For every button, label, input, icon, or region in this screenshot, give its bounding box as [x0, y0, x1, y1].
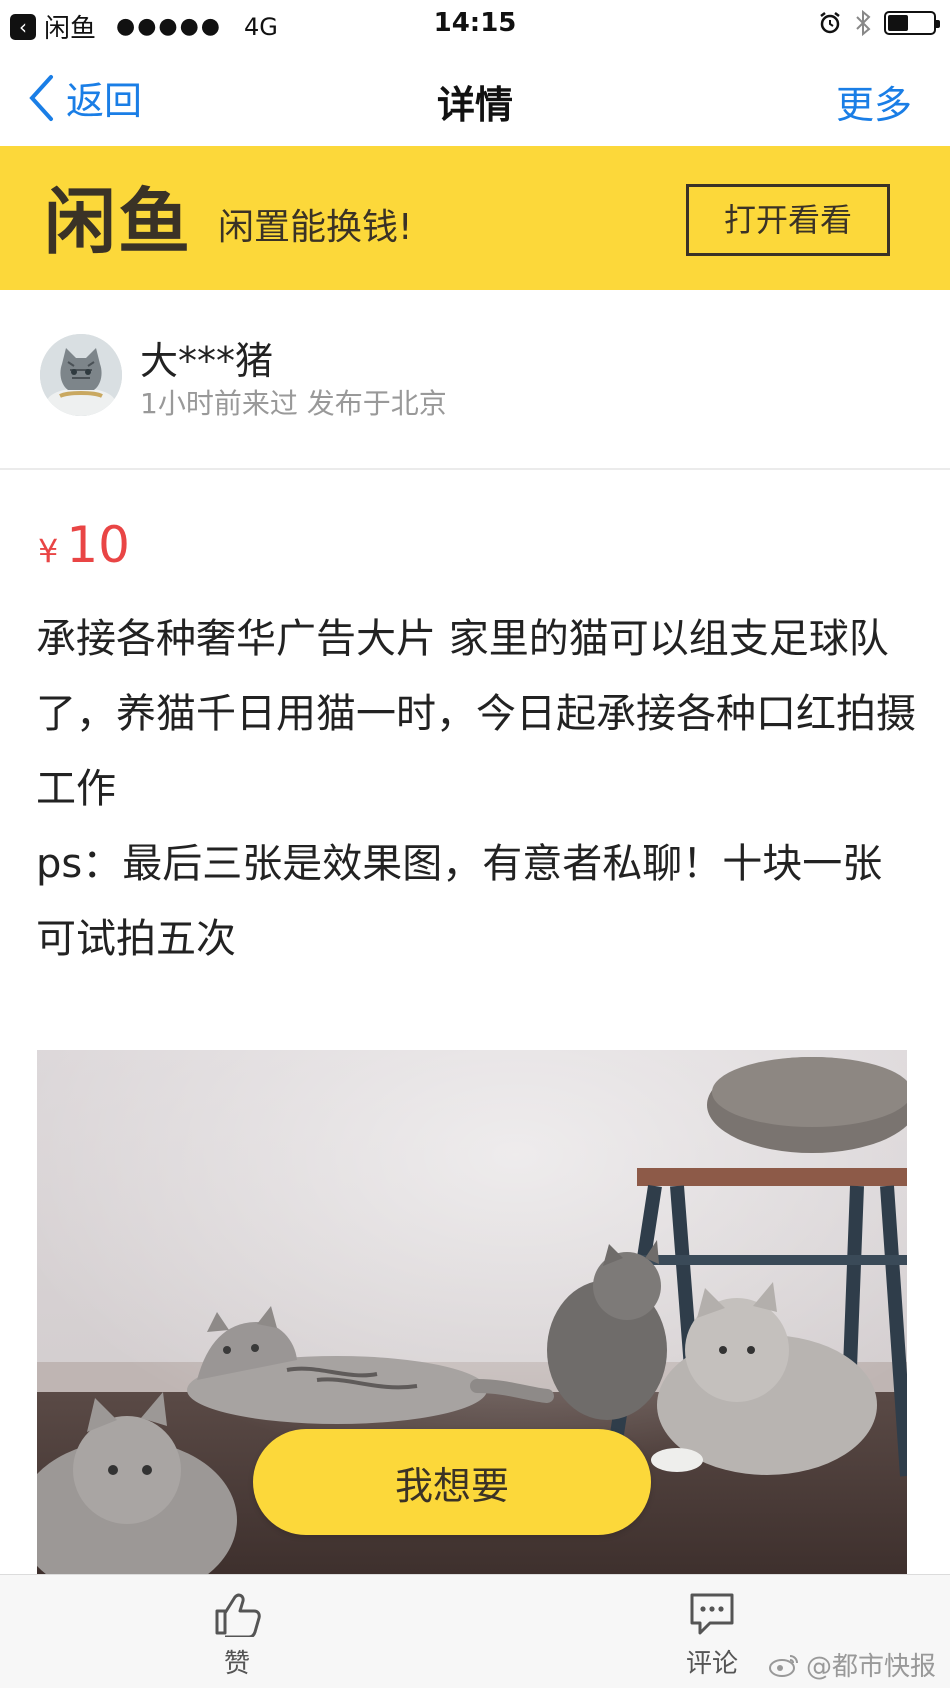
more-button[interactable]: 更多 — [836, 74, 912, 129]
alarm-icon — [820, 12, 840, 34]
battery-level — [888, 15, 908, 31]
app-promo-banner: 闲鱼 闲置能换钱! 打开看看 — [0, 146, 950, 290]
currency-symbol: ¥ — [38, 532, 59, 570]
avatar[interactable] — [40, 334, 122, 416]
battery-icon — [884, 11, 940, 35]
banner-slogan: 闲置能换钱! — [218, 207, 413, 248]
seller-meta: 1小时前来过 发布于北京 — [140, 387, 447, 420]
thumbs-up-icon — [215, 1593, 261, 1637]
seller-info[interactable]: 大***猪 1小时前来过 发布于北京 — [0, 290, 950, 470]
status-time: 14:15 — [433, 8, 517, 38]
open-app-button[interactable]: 打开看看 — [686, 184, 890, 256]
comment-icon — [690, 1593, 734, 1635]
xianyu-logo: 闲鱼 — [44, 180, 193, 264]
like-button[interactable]: 赞 — [177, 1591, 297, 1680]
bluetooth-icon — [856, 9, 871, 37]
want-button[interactable]: 我想要 — [253, 1429, 651, 1535]
source-watermark: @都市快报 — [768, 1646, 936, 1683]
nav-bar: 返回 详情 更多 — [0, 48, 950, 146]
watermark-text: @都市快报 — [805, 1652, 936, 1682]
price-amount: 10 — [66, 516, 130, 574]
price: ¥ 10 — [38, 516, 130, 574]
weibo-icon — [768, 1654, 798, 1677]
page-title: 详情 — [436, 83, 513, 127]
status-bar: ‹ 闲鱼 ●●●●● 4G 14:15 — [0, 0, 950, 48]
cat-avatar-image — [40, 334, 122, 416]
status-right — [818, 9, 940, 37]
seller-name: 大***猪 — [140, 339, 274, 383]
comment-label: 评论 — [685, 1649, 738, 1679]
like-label: 赞 — [223, 1649, 250, 1679]
comment-button[interactable]: 评论 — [652, 1591, 772, 1680]
item-description: 承接各种奢华广告大片 家里的猫可以组支足球队了，养猫千日用猫一时，今日起承接各种… — [36, 616, 916, 962]
